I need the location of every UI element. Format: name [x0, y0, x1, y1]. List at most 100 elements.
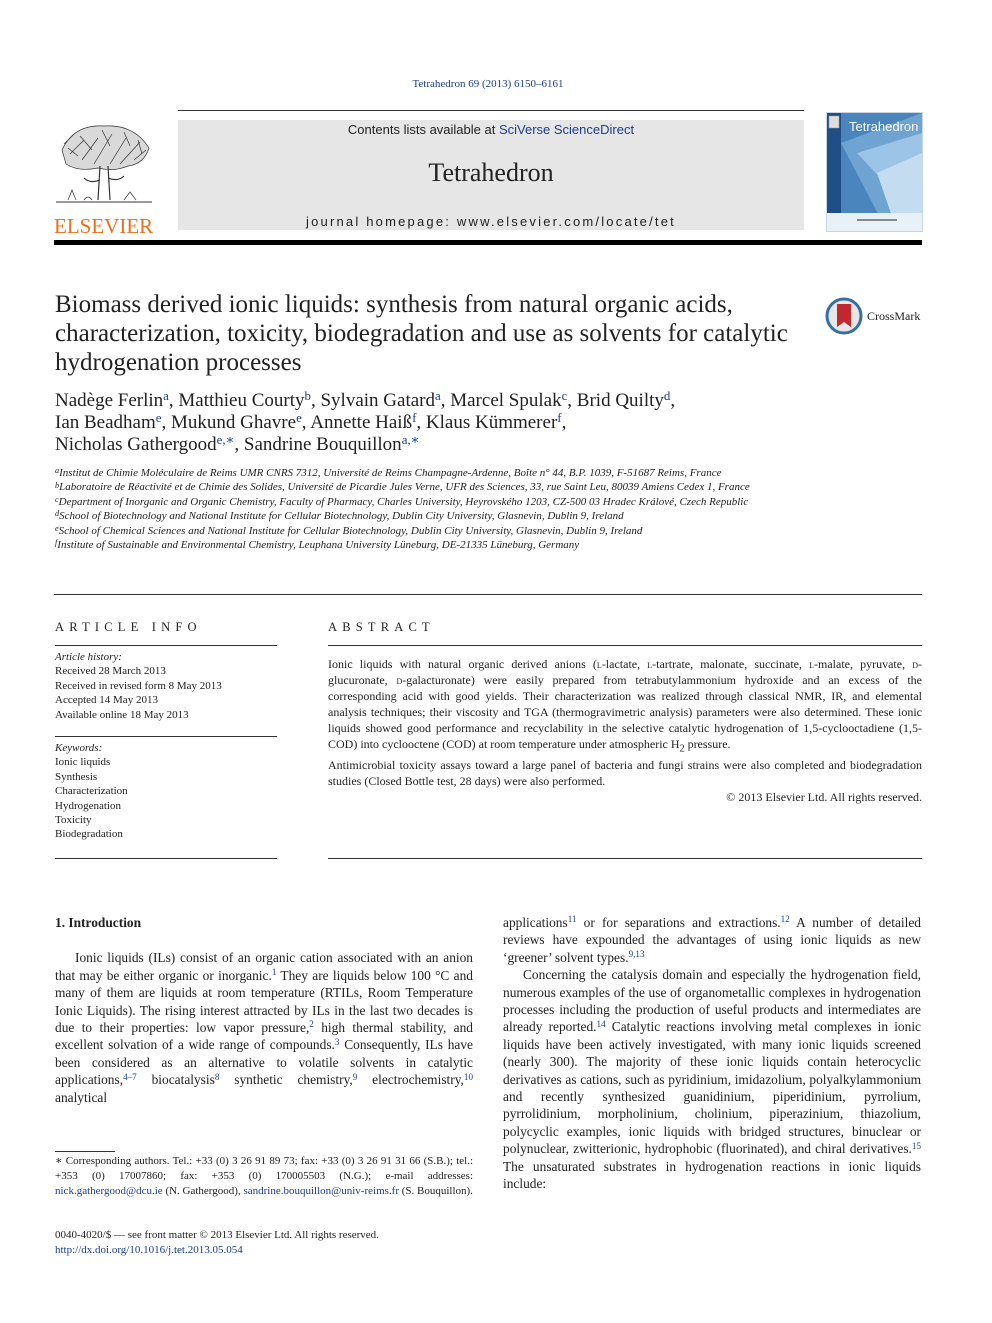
header-thick-rule	[54, 240, 922, 245]
author-affiliation-ref[interactable]: c	[562, 388, 568, 403]
divider	[328, 858, 922, 859]
keywords: Keywords: Ionic liquids Synthesis Charac…	[55, 741, 277, 842]
abstract-copyright: © 2013 Elsevier Ltd. All rights reserved…	[726, 790, 922, 805]
author-affiliation-ref[interactable]: b	[305, 388, 311, 403]
elsevier-tree-icon	[54, 120, 154, 208]
body-paragraph: applications11 or for separations and ex…	[503, 914, 921, 965]
author-affiliation-ref[interactable]: f	[557, 410, 561, 425]
citation-link[interactable]: 10	[464, 1072, 473, 1082]
affiliation: dSchool of Biotechnology and National In…	[55, 509, 624, 523]
divider	[328, 645, 922, 646]
citation-link[interactable]: 8	[215, 1072, 220, 1082]
author-affiliation-ref[interactable]: a,∗	[402, 432, 420, 447]
email-link[interactable]: nick.gathergood@dcu.ie	[55, 1185, 163, 1197]
abstract-paragraph: Antimicrobial toxicity assays toward a l…	[328, 758, 922, 789]
journal-masthead: Contents lists available at SciVerse Sci…	[178, 120, 804, 230]
affiliation: cDepartment of Inorganic and Organic Che…	[55, 494, 749, 508]
citation-link[interactable]: 1	[272, 967, 277, 977]
footnote-rule	[55, 1151, 115, 1152]
abstract-body: Ionic liquids with natural organic deriv…	[328, 656, 922, 805]
contents-prefix: Contents lists available at	[347, 122, 499, 137]
keyword: Ionic liquids	[55, 756, 111, 769]
journal-citation-link[interactable]: Tetrahedron 69 (2013) 6150–6161	[0, 78, 976, 90]
citation-link[interactable]: 4–7	[123, 1072, 137, 1082]
body-column-left: 1. Introduction Ionic liquids (ILs) cons…	[55, 914, 473, 1106]
header-rule	[178, 110, 804, 111]
author[interactable]: Annette Haißf	[310, 410, 416, 433]
author[interactable]: Mukund Ghavree	[171, 410, 302, 433]
author-affiliation-ref[interactable]: f	[412, 410, 416, 425]
crossmark-icon	[825, 297, 863, 335]
author-affiliation-ref[interactable]: e	[156, 410, 162, 425]
affiliations: aInstitut de Chimie Moléculaire de Reims…	[55, 466, 795, 552]
history-item: Accepted 14 May 2013	[55, 694, 158, 707]
author-affiliation-ref[interactable]: a	[435, 388, 441, 403]
author-affiliation-ref[interactable]: e,∗	[217, 432, 235, 447]
divider	[55, 858, 277, 859]
keyword: Hydrogenation	[55, 799, 121, 812]
divider	[55, 736, 277, 738]
elsevier-logo[interactable]: ELSEVIER	[54, 120, 154, 237]
doi-link[interactable]: http://dx.doi.org/10.1016/j.tet.2013.05.…	[55, 1243, 473, 1258]
article-history: Article history: Received 28 March 2013 …	[55, 650, 277, 722]
author[interactable]: Matthieu Courtyb	[178, 388, 311, 411]
journal-homepage-link[interactable]: journal homepage: www.elsevier.com/locat…	[178, 214, 804, 229]
history-item: Available online 18 May 2013	[55, 708, 189, 721]
cover-title: Tetrahedron	[849, 119, 919, 134]
affiliation: fInstitute of Sustainable and Environmen…	[55, 538, 580, 552]
author-affiliation-ref[interactable]: a	[163, 388, 169, 403]
author[interactable]: Nicholas Gathergoode,∗	[55, 432, 235, 455]
author[interactable]: Klaus Kümmererf	[426, 410, 562, 433]
author[interactable]: Marcel Spulakc	[450, 388, 568, 411]
author[interactable]: Nadège Ferlina	[55, 388, 169, 411]
corresponding-author-footnote: ∗ Corresponding authors. Tel.: +33 (0) 3…	[55, 1155, 473, 1197]
history-item: Received in revised form 8 May 2013	[55, 679, 222, 692]
affiliation: aInstitut de Chimie Moléculaire de Reims…	[55, 466, 722, 480]
affiliation: eSchool of Chemical Sciences and Nationa…	[55, 523, 643, 537]
citation-link[interactable]: 15	[912, 1141, 921, 1151]
keyword: Biodegradation	[55, 828, 123, 841]
abstract-paragraph: Ionic liquids with natural organic deriv…	[328, 657, 922, 755]
article-info: ARTICLE INFO Article history: Received 2…	[55, 620, 277, 842]
citation-link[interactable]: 11	[568, 914, 577, 924]
citation-link[interactable]: 9	[353, 1072, 358, 1082]
front-matter: 0040-4020/$ — see front matter © 2013 El…	[55, 1228, 473, 1258]
body-paragraph: Ionic liquids (ILs) consist of an organi…	[55, 950, 473, 1105]
journal-cover-image[interactable]: Tetrahedron	[826, 112, 923, 232]
elsevier-wordmark: ELSEVIER	[54, 214, 154, 238]
contents-line: Contents lists available at SciVerse Sci…	[178, 122, 804, 137]
email-link[interactable]: sandrine.bouquillon@univ-reims.fr	[243, 1185, 399, 1197]
abstract-heading: ABSTRACT	[328, 620, 435, 634]
keyword: Synthesis	[55, 770, 98, 783]
journal-title: Tetrahedron	[428, 158, 554, 187]
author-affiliation-ref[interactable]: e	[296, 410, 302, 425]
crossmark-button[interactable]: CrossMark	[825, 296, 925, 336]
author-list: Nadège Ferlina, Matthieu Courtyb, Sylvai…	[55, 387, 676, 455]
author-affiliation-ref[interactable]: d	[664, 388, 670, 403]
affiliation: bLaboratoire de Réactivité et de Chimie …	[55, 480, 750, 494]
issn-line: 0040-4020/$ — see front matter © 2013 El…	[55, 1229, 379, 1241]
affiliations-rule	[54, 594, 922, 595]
article-history-label: Article history:	[55, 651, 122, 663]
article-title: Biomass derived ionic liquids: synthesis…	[55, 291, 788, 376]
keyword: Characterization	[55, 785, 128, 798]
keyword: Toxicity	[55, 814, 92, 827]
abstract: ABSTRACT Ionic liquids with natural orga…	[328, 620, 922, 805]
author[interactable]: Sandrine Bouquillona,∗	[244, 432, 420, 455]
divider	[55, 645, 277, 646]
keywords-label: Keywords:	[55, 742, 103, 755]
author[interactable]: Sylvain Gatarda	[320, 388, 441, 411]
citation-link[interactable]: 9,13	[629, 949, 645, 959]
author[interactable]: Brid Quiltyd	[577, 388, 671, 411]
citation-link[interactable]: 2	[309, 1019, 314, 1029]
body-paragraph: Concerning the catalysis domain and espe…	[503, 967, 921, 1192]
citation-link[interactable]: 14	[597, 1019, 606, 1029]
author[interactable]: Ian Beadhame	[55, 410, 162, 433]
body-column-right: applications11 or for separations and ex…	[503, 914, 921, 1193]
citation-link[interactable]: 3	[335, 1037, 340, 1047]
crossmark-label: CrossMark	[867, 308, 921, 323]
history-item: Received 28 March 2013	[55, 665, 166, 678]
citation-link[interactable]: 12	[781, 914, 790, 924]
sciencedirect-link[interactable]: SciVerse ScienceDirect	[499, 122, 634, 137]
article-info-heading: ARTICLE INFO	[55, 620, 202, 634]
